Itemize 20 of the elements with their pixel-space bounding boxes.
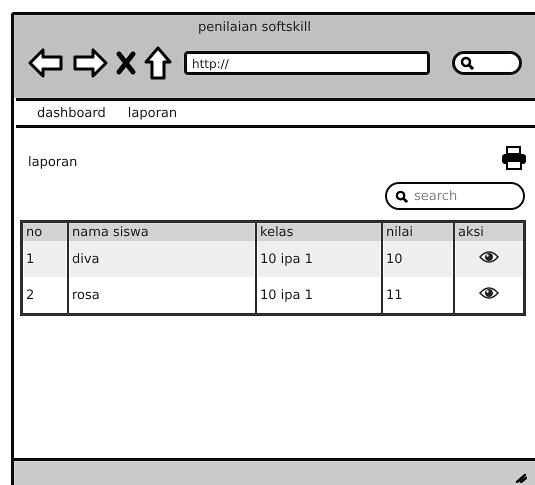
nav-link[interactable]: laporan (128, 106, 178, 120)
table-cell: 10 ipa 1 (256, 241, 382, 277)
table-cell: 10 ipa 1 (256, 277, 382, 314)
page-heading: laporan (28, 155, 78, 170)
column-header: aksi (454, 222, 524, 241)
search-placeholder: search (414, 188, 458, 204)
window-title: penilaian softskill (197, 19, 312, 37)
address-field[interactable]: http:// (184, 51, 430, 75)
column-header: kelas (256, 222, 382, 241)
column-header: no (22, 222, 68, 241)
nav-link[interactable]: dashboard (37, 106, 106, 120)
column-header: nama siswa (68, 222, 256, 241)
search-field[interactable]: search (385, 182, 525, 210)
table-cell: rosa (68, 277, 256, 314)
table-cell: diva (68, 241, 256, 277)
table-cell: 2 (22, 277, 68, 314)
table-cell: 11 (382, 277, 454, 314)
column-header: nilai (382, 222, 454, 241)
table-cell: 1 (22, 241, 68, 277)
table-cell: 10 (382, 241, 454, 277)
